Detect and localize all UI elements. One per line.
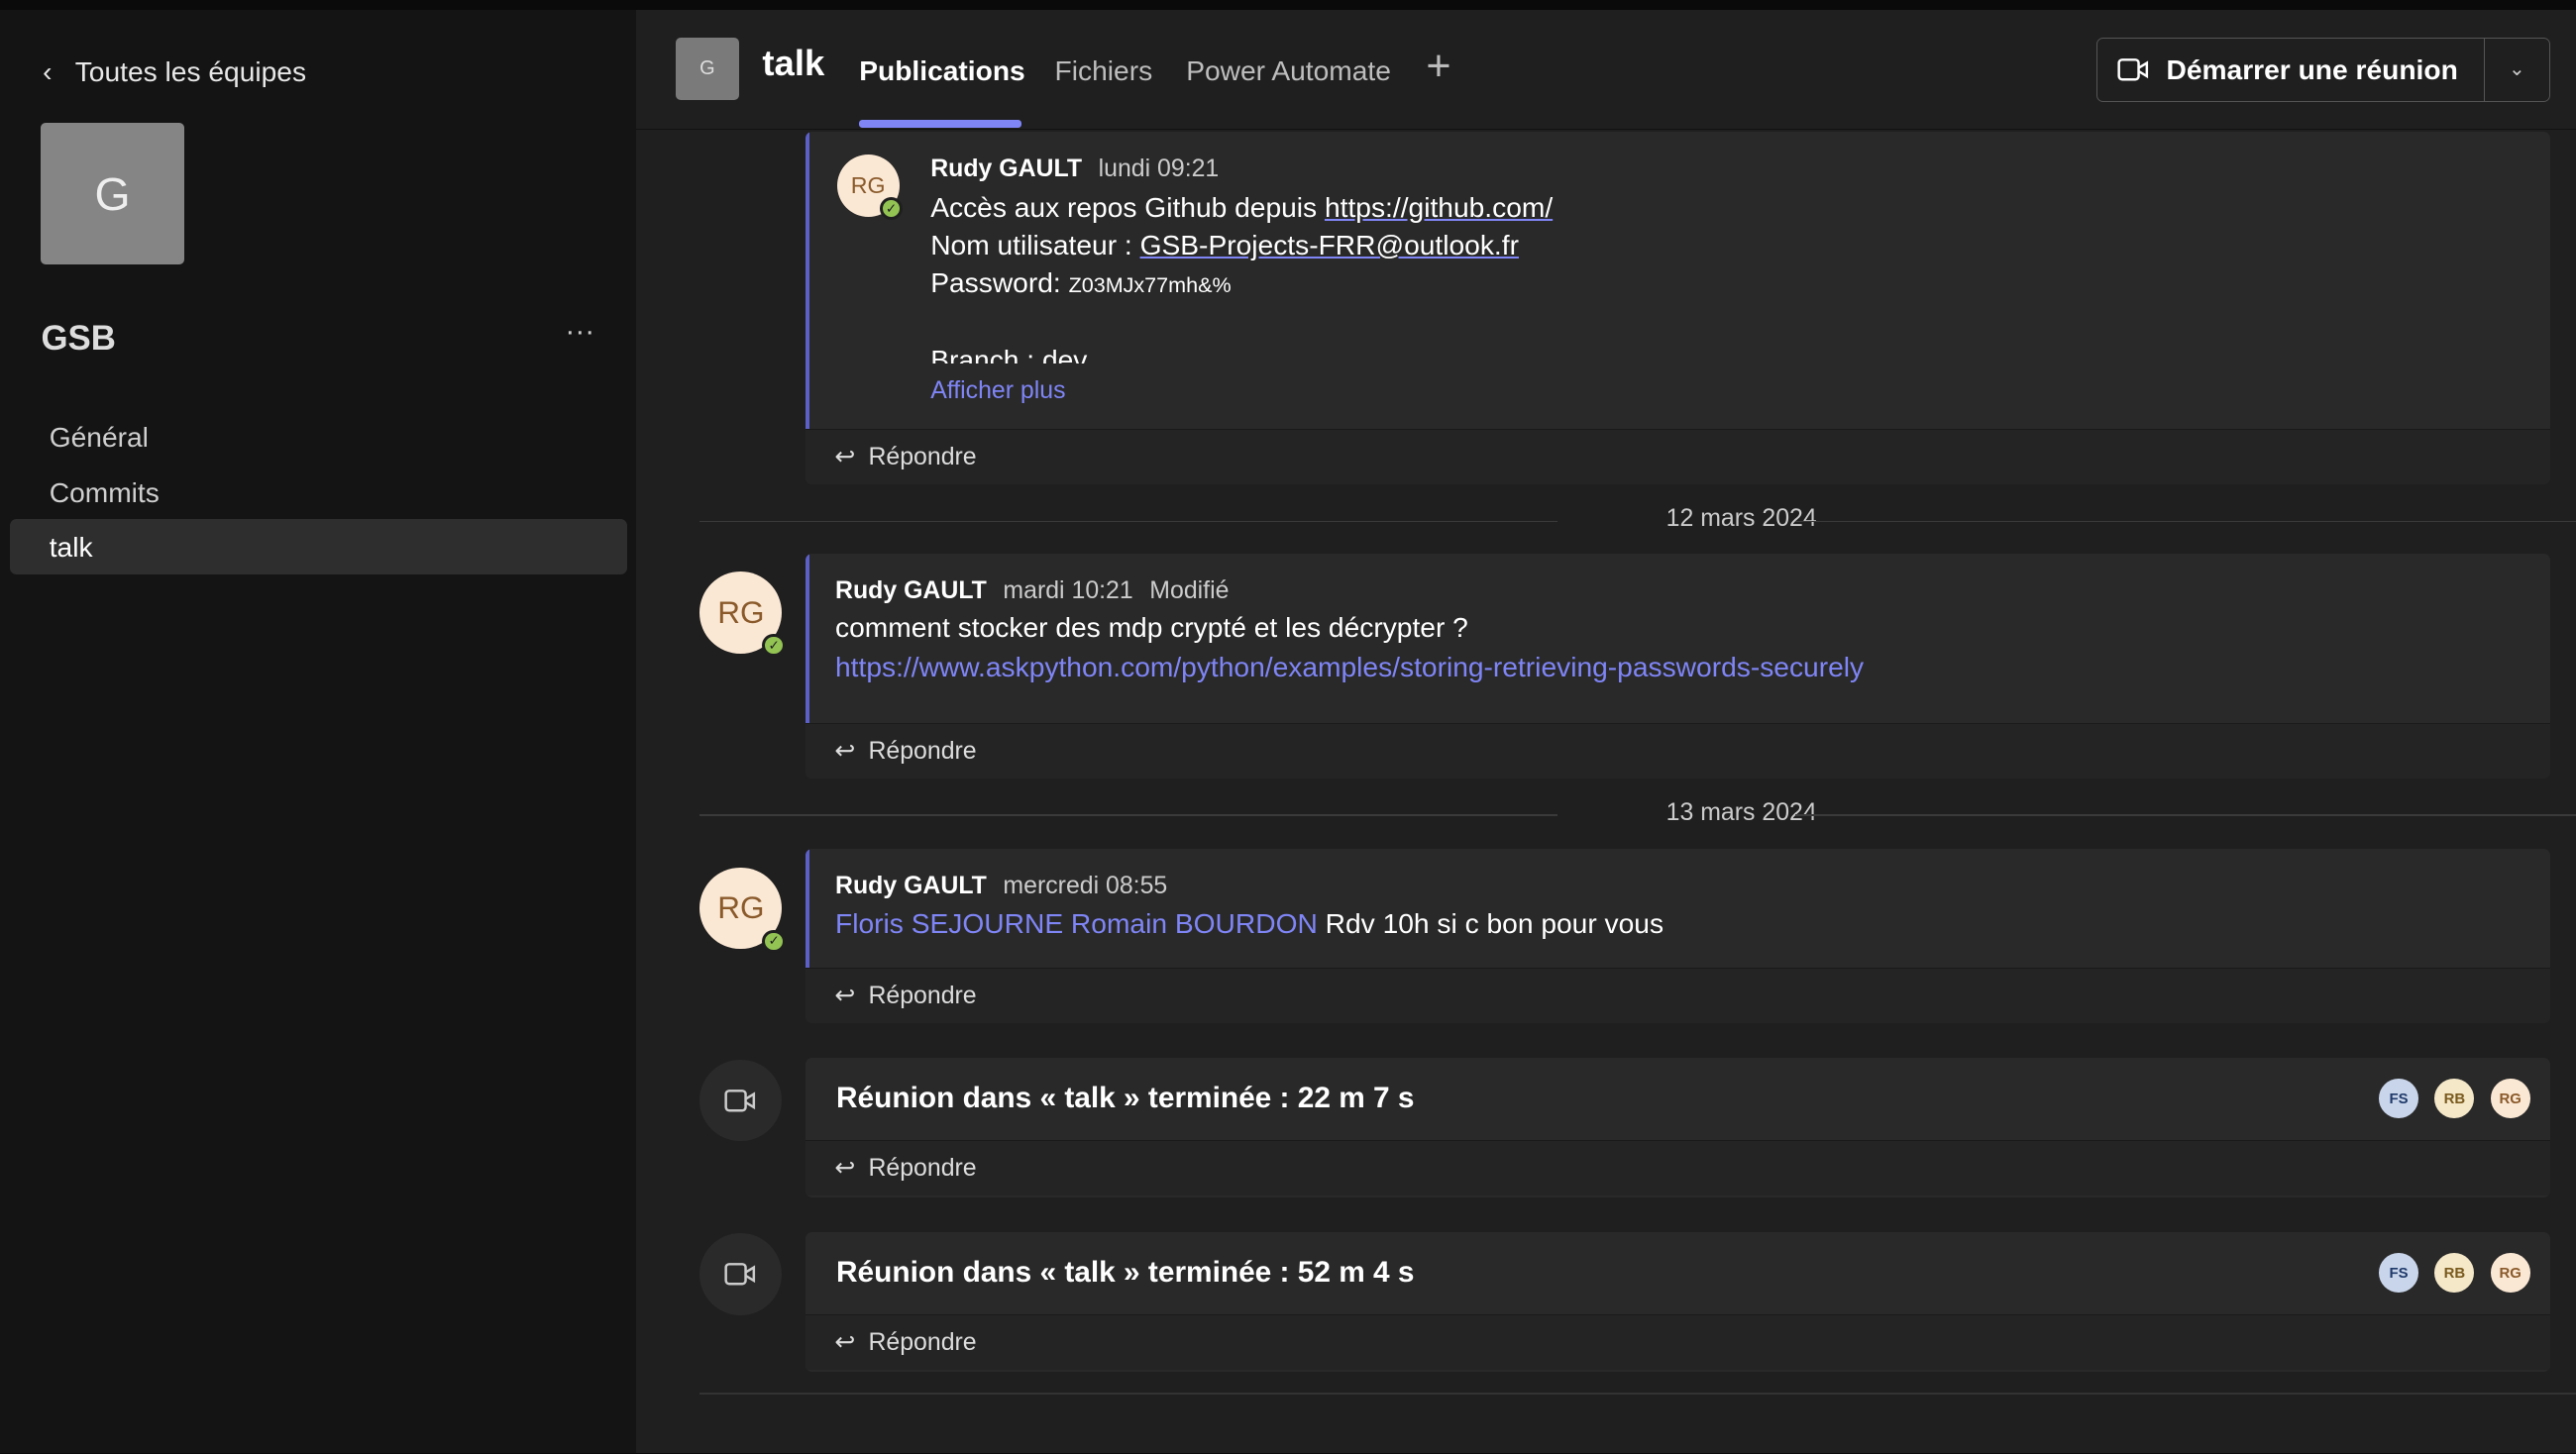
date-separator: 12 mars 2024 (699, 504, 2576, 532)
show-more-link[interactable]: Afficher plus (930, 376, 1553, 405)
timestamp: lundi 09:21 (1098, 154, 1220, 182)
meeting-card: Réunion dans « talk » terminée : 22 m 7 … (805, 1057, 2550, 1197)
timestamp: mercredi 08:55 (1003, 872, 1168, 900)
channel-general[interactable]: Général (10, 409, 627, 465)
reply-icon: ↩ (834, 1328, 856, 1357)
active-tab-indicator (859, 120, 1022, 129)
back-to-teams-link[interactable]: ‹ Toutes les équipes (43, 55, 306, 88)
channel-title: talk (762, 43, 825, 84)
reply-icon: ↩ (834, 1154, 856, 1183)
team-avatar: G (41, 123, 184, 264)
reply-label: Répondre (868, 736, 977, 765)
participants: FS RB RG (2379, 1079, 2530, 1119)
video-camera-icon (2117, 58, 2148, 81)
divider (699, 1393, 2576, 1395)
tab-fichiers[interactable]: Fichiers (1055, 54, 1153, 87)
reply-icon: ↩ (834, 737, 856, 766)
post-card: RG ✓ Rudy GAULT lundi 09:21 Accès aux repo… (805, 131, 2550, 485)
author: Rudy GAULT (930, 154, 1083, 182)
date-label: 12 mars 2024 (1665, 504, 1817, 533)
post-card: Rudy GAULT mardi 10:21 Modifié comment sto… (805, 553, 2550, 779)
avatar: RG ✓ (836, 154, 903, 221)
reply-button[interactable]: ↩ Répondre (805, 722, 2550, 779)
author: Rudy GAULT (835, 576, 987, 604)
participant-avatar[interactable]: RG (2490, 1253, 2530, 1293)
password-value: Z03MJx77mh&% (1068, 272, 1232, 298)
reply-button[interactable]: ↩ Répondre (805, 428, 2550, 485)
edited-label: Modifié (1149, 576, 1230, 604)
participant-avatar[interactable]: FS (2379, 1253, 2418, 1293)
mentions[interactable]: Floris SEJOURNE Romain BOURDON (835, 907, 1318, 939)
video-camera-icon (699, 1233, 783, 1316)
add-tab-icon[interactable]: + (1426, 43, 1450, 91)
chevron-left-icon: ‹ (43, 55, 53, 88)
team-name: GSB (41, 318, 116, 358)
tab-publications[interactable]: Publications (859, 54, 1025, 87)
avatar: RG ✓ (699, 571, 786, 658)
channel-main: RG ✓ Rudy GAULT lundi 09:21 Accès aux repo… (635, 9, 2576, 1454)
channel-avatar: G (675, 38, 740, 101)
start-meeting-label: Démarrer une réunion (2166, 52, 2458, 85)
text: Nom utilisateur : (930, 228, 1140, 260)
date-separator: 13 mars 2024 (699, 798, 2576, 826)
reply-label: Répondre (868, 981, 977, 1009)
reply-label: Répondre (868, 442, 977, 470)
video-camera-icon (699, 1059, 783, 1142)
channel-talk[interactable]: talk (9, 518, 628, 575)
channel-header: G talk Publications Fichiers Power Autom… (635, 9, 2576, 130)
author: Rudy GAULT (835, 872, 987, 900)
meeting-title: Réunion dans « talk » terminée : 52 m 4 … (836, 1255, 1415, 1289)
channel-commits[interactable]: Commits (10, 465, 627, 520)
presence-available-icon: ✓ (762, 634, 786, 658)
presence-available-icon: ✓ (762, 929, 786, 953)
participant-avatar[interactable]: RG (2490, 1079, 2530, 1119)
start-meeting-button[interactable]: Démarrer une réunion ⌄ (2095, 38, 2550, 102)
sidebar: ‹ Toutes les équipes G GSB ··· Général Co… (0, 9, 636, 1454)
tab-power-automate[interactable]: Power Automate (1186, 54, 1391, 87)
meeting-title: Réunion dans « talk » terminée : 22 m 7 … (836, 1081, 1415, 1114)
participant-avatar[interactable]: RB (2434, 1079, 2475, 1119)
github-link[interactable]: https://github.com/ (1325, 191, 1553, 223)
text: Accès aux repos Github depuis (930, 190, 1325, 223)
participant-avatar[interactable]: FS (2379, 1079, 2418, 1119)
reply-icon: ↩ (834, 443, 856, 471)
message-text: Rdv 10h si c bon pour vous (1317, 906, 1664, 939)
reply-icon: ↩ (834, 982, 856, 1010)
timestamp: mardi 10:21 (1003, 576, 1133, 604)
post-meta: Rudy GAULT lundi 09:21 (930, 155, 1553, 183)
presence-available-icon: ✓ (879, 196, 903, 221)
more-options-icon[interactable]: ··· (565, 315, 594, 349)
askpython-link[interactable]: https://www.askpython.com/python/example… (835, 648, 2549, 685)
date-label: 13 mars 2024 (1665, 797, 1817, 826)
back-label: Toutes les équipes (74, 55, 307, 88)
reply-button[interactable]: ↩ Répondre (805, 967, 2550, 1024)
text: Password: (930, 266, 1069, 299)
avatar: RG ✓ (699, 867, 786, 953)
reply-label: Répondre (868, 1153, 977, 1182)
reply-button[interactable]: ↩ Répondre (805, 1139, 2550, 1196)
text: Branch : dev (930, 343, 1088, 364)
email-link[interactable]: GSB-Projects-FRR@outlook.fr (1140, 229, 1519, 260)
message-text: comment stocker des mdp crypté et les dé… (835, 611, 1468, 644)
reply-label: Répondre (868, 1327, 977, 1356)
meeting-card: Réunion dans « talk » terminée : 52 m 4 … (805, 1231, 2550, 1372)
post-card: Rudy GAULT mercredi 08:55 Floris SEJOURNE… (805, 849, 2550, 1024)
chevron-down-icon[interactable]: ⌄ (2485, 57, 2548, 81)
reply-button[interactable]: ↩ Répondre (805, 1313, 2550, 1370)
participants: FS RB RG (2379, 1253, 2530, 1293)
participant-avatar[interactable]: RB (2434, 1253, 2475, 1293)
